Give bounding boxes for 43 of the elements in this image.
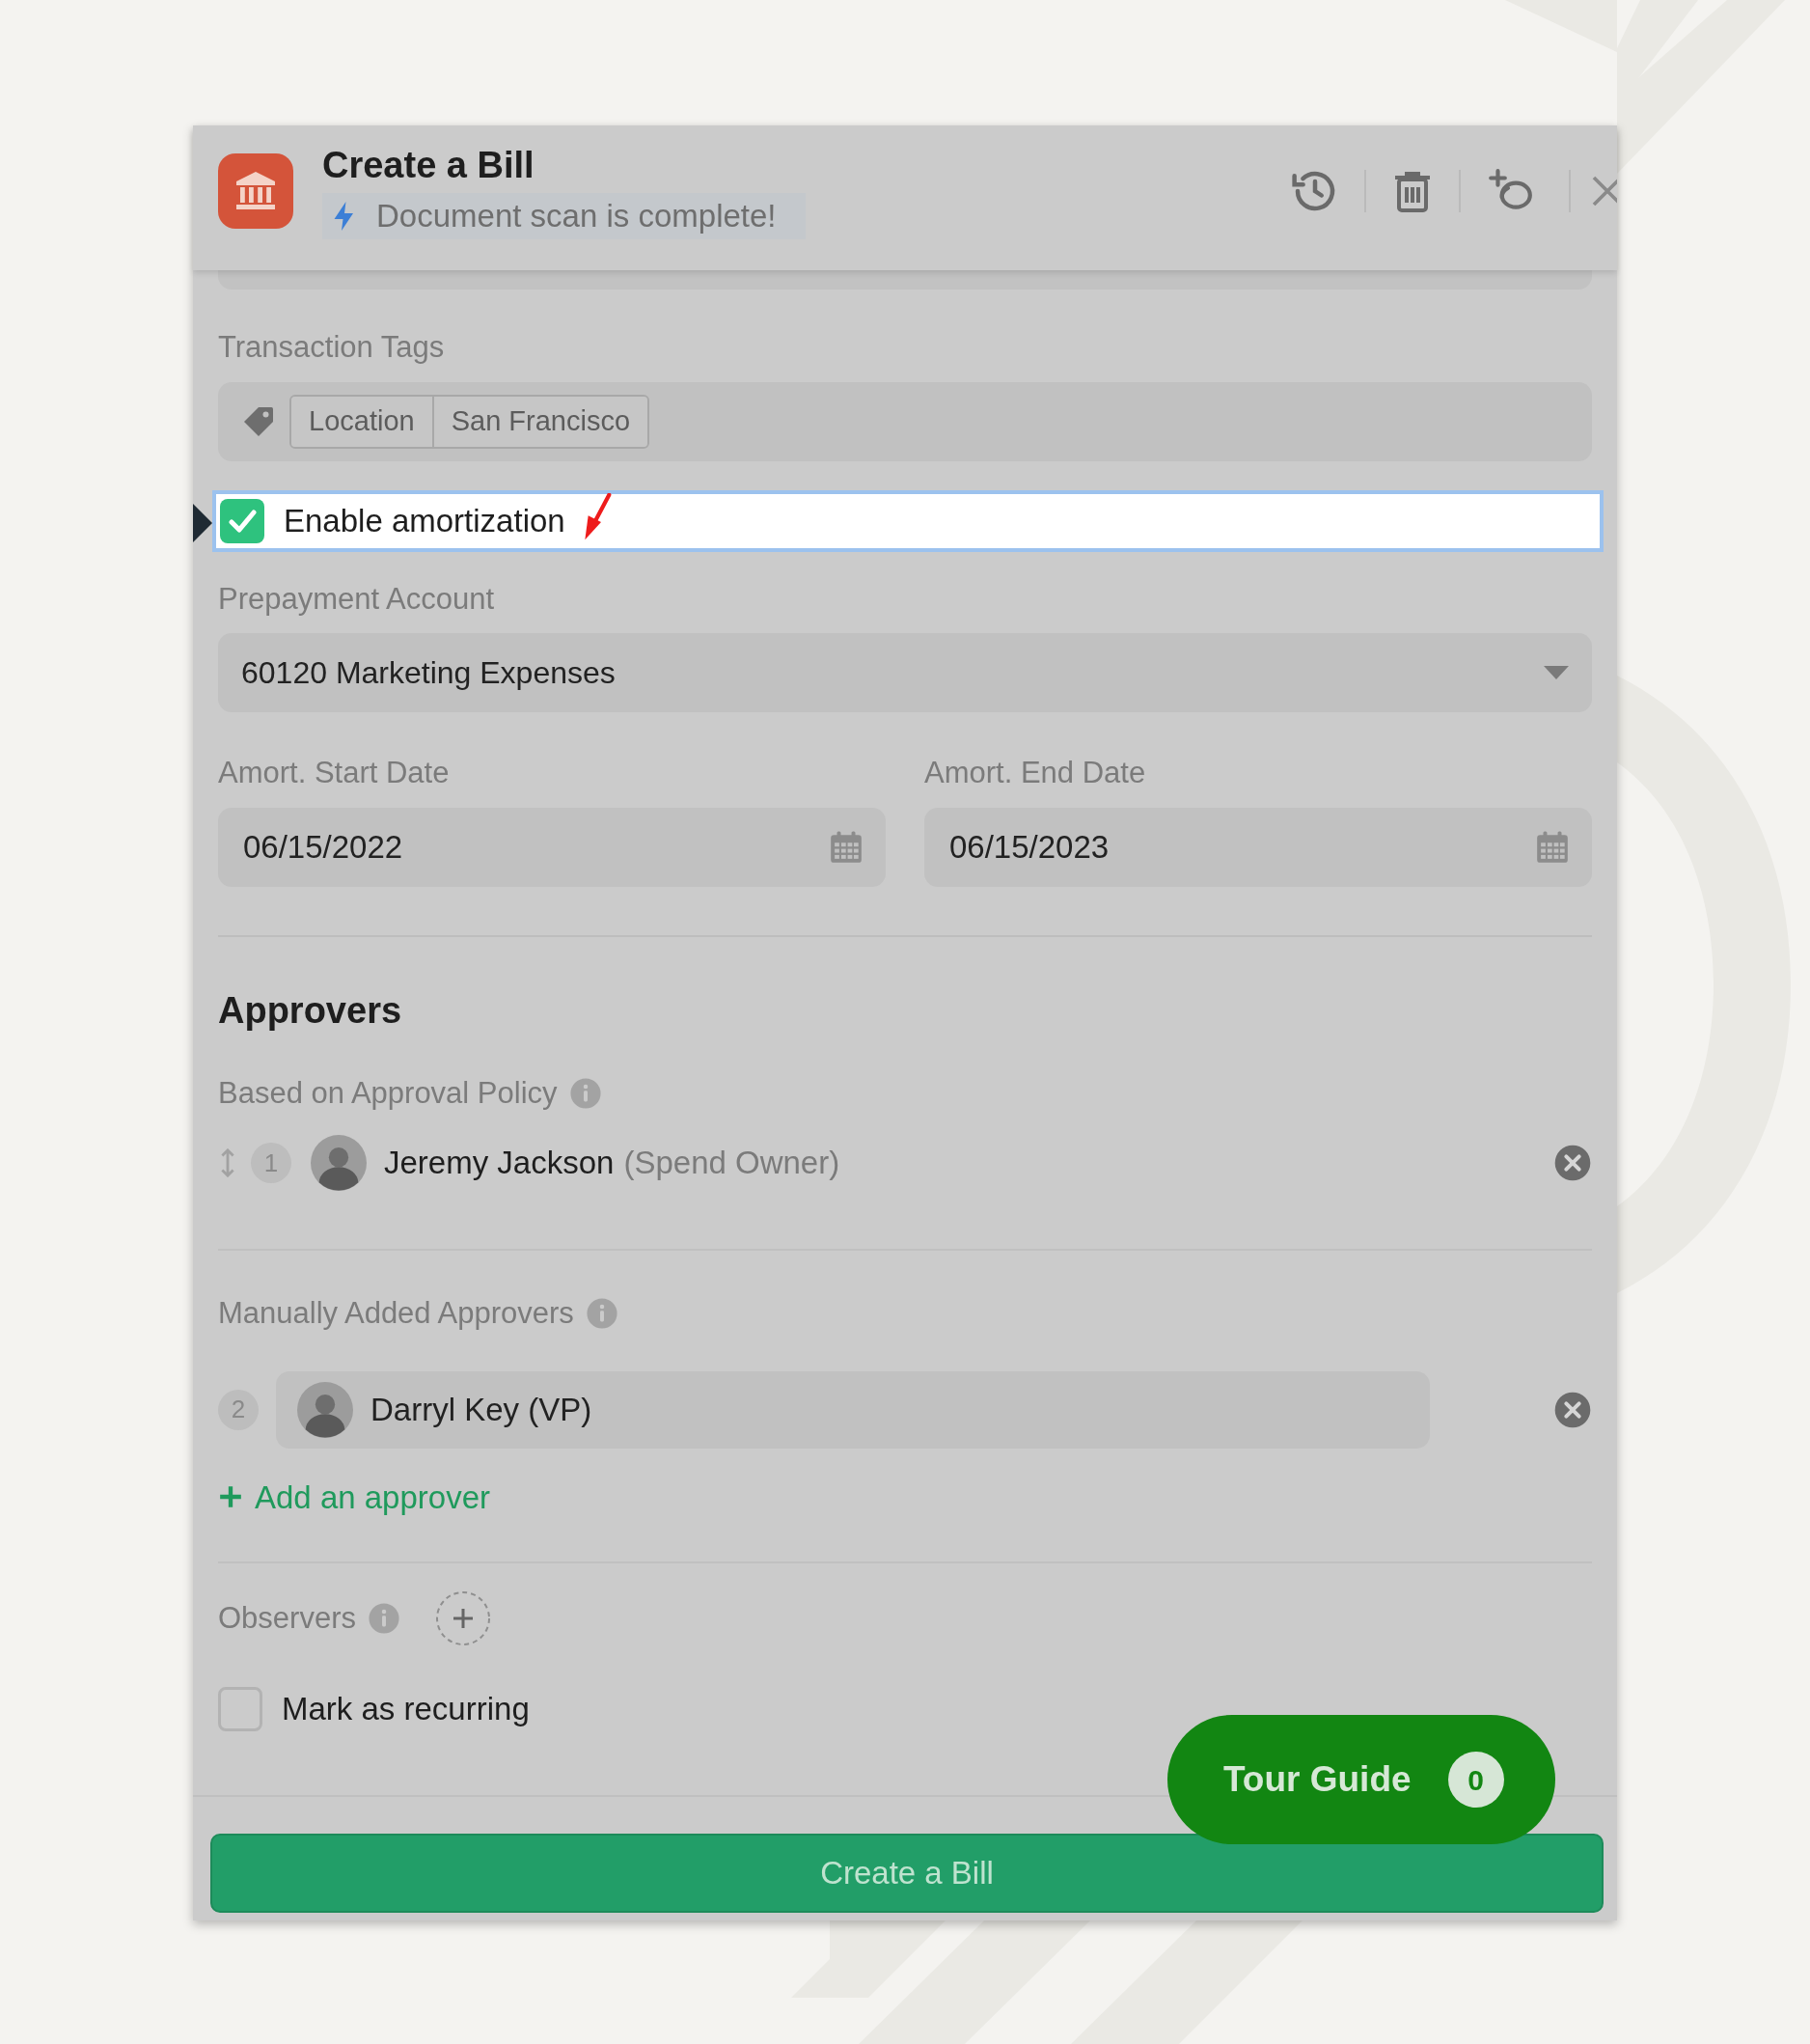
approver-name: Jeremy Jackson [384, 1144, 615, 1183]
approver-role: (Spend Owner) [623, 1144, 840, 1183]
count-badge: 0 [1447, 1752, 1504, 1808]
amortization-row[interactable]: Enable amortization [212, 489, 1604, 552]
field-label: Prepayment Account [218, 580, 496, 618]
info-icon[interactable] [368, 1602, 400, 1635]
drag-handle-icon[interactable] [218, 1148, 237, 1177]
section-heading: Approvers [218, 988, 403, 1033]
avatar-icon [297, 1381, 353, 1438]
remove-icon[interactable] [1553, 1144, 1592, 1182]
date-field[interactable]: 06/15/2022 [218, 807, 886, 887]
field-label: Based on Approval Policy [218, 1074, 558, 1112]
tour-guide-button[interactable]: Tour Guide 0 [1167, 1715, 1555, 1844]
tags-field[interactable]: Location San Francisco [218, 381, 1592, 461]
field-label: Manually Added Approvers [218, 1295, 574, 1332]
tag-chip[interactable]: San Francisco [431, 396, 647, 447]
remove-icon[interactable] [1553, 1390, 1592, 1429]
field-label: Amort. End Date [924, 755, 1147, 791]
field-label: Amort. Start Date [218, 755, 451, 791]
date-field[interactable]: 06/15/2023 [924, 807, 1592, 887]
approver-field[interactable]: Darryl Key (VP) [276, 1370, 1430, 1449]
field-label: Observers [218, 1599, 356, 1637]
checkbox-label: Mark as recurring [282, 1690, 530, 1728]
checkbox-label: Enable amortization [284, 501, 565, 540]
pointer-triangle-icon [193, 503, 212, 542]
bank-logo-icon [218, 153, 293, 229]
tag-chip[interactable]: Location [291, 396, 432, 447]
checkbox[interactable] [218, 1686, 262, 1731]
info-icon[interactable] [585, 1297, 618, 1331]
scan-status-text: Document scan is complete! [376, 197, 777, 235]
account-dropdown[interactable]: 60120 Marketing Expenses [218, 633, 1592, 712]
create-bill-button[interactable]: Create a Bill [210, 1834, 1604, 1913]
caret-icon [1544, 666, 1569, 679]
add-approver-link[interactable]: Add an approver [218, 1473, 490, 1521]
add-observer-icon[interactable] [435, 1590, 491, 1646]
field-label: Transaction Tags [218, 329, 446, 366]
info-icon[interactable] [568, 1076, 602, 1110]
calendar-icon[interactable] [1534, 828, 1571, 866]
calendar-icon[interactable] [828, 828, 864, 866]
dialog-title: Create a Bill [322, 144, 535, 188]
checkbox[interactable] [220, 498, 264, 543]
plus-icon [218, 1484, 243, 1510]
avatar-icon [311, 1135, 367, 1191]
